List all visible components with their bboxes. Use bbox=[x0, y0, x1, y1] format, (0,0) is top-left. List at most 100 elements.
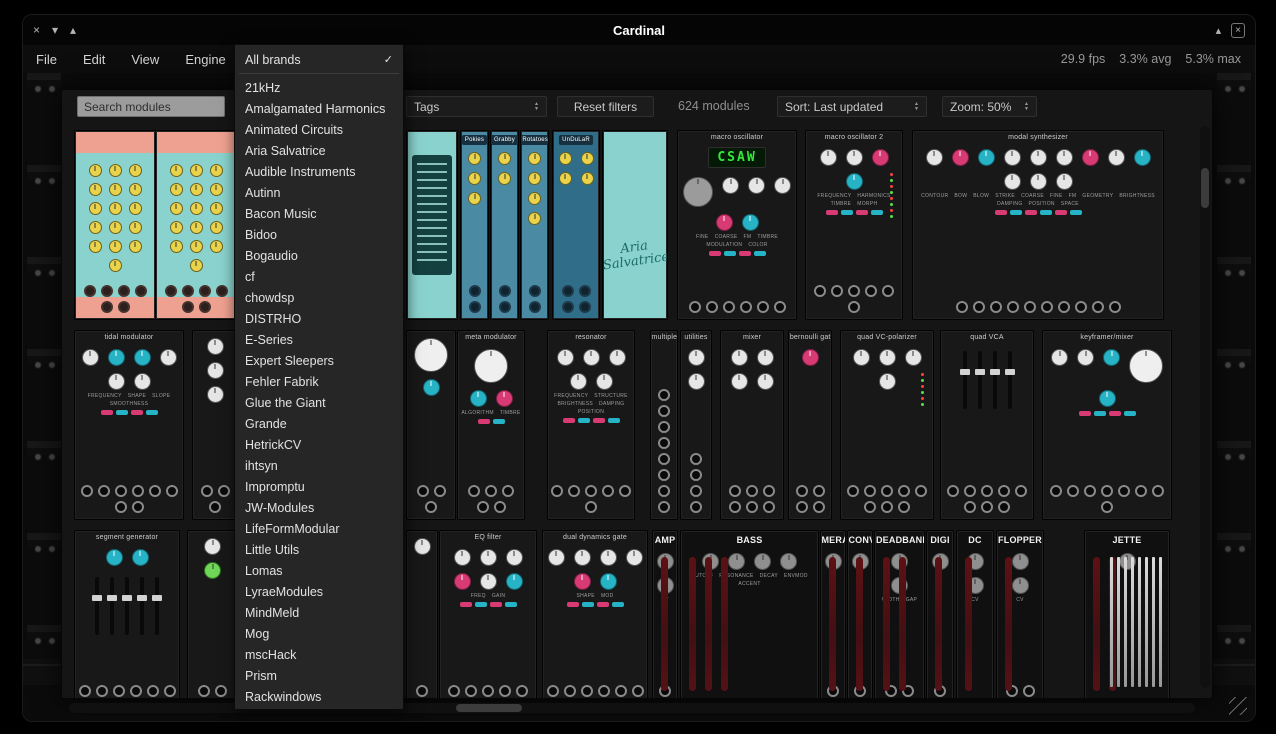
brand-menu-item[interactable]: Bacon Music bbox=[235, 203, 403, 224]
module-card[interactable]: meta modulatorALGORITHMTIMBRE bbox=[457, 330, 525, 520]
module-card[interactable]: EQ filterFREQGAIN bbox=[439, 530, 537, 699]
module-card[interactable] bbox=[74, 130, 156, 320]
jack-port-icon bbox=[215, 685, 227, 697]
module-card[interactable]: DEADBANDWIDTHGAP bbox=[874, 530, 925, 699]
resize-grip[interactable] bbox=[1229, 697, 1247, 715]
brand-menu-item[interactable]: Fehler Fabrik bbox=[235, 371, 403, 392]
brand-menu-item[interactable]: Glue the Giant bbox=[235, 392, 403, 413]
menubar-item-engine[interactable]: Engine bbox=[172, 52, 238, 67]
brand-menu-item[interactable]: E-Series bbox=[235, 329, 403, 350]
knob-icon bbox=[1056, 173, 1073, 190]
brand-menu-item[interactable]: Amalgamated Harmonics bbox=[235, 98, 403, 119]
module-card[interactable]: Grabby bbox=[490, 130, 519, 320]
label-chip bbox=[505, 602, 517, 607]
menubar-item-edit[interactable]: Edit bbox=[70, 52, 118, 67]
brand-menu-item[interactable]: mscHack bbox=[235, 644, 403, 665]
module-card[interactable]: JETTE bbox=[1084, 530, 1170, 699]
module-card[interactable] bbox=[192, 330, 238, 520]
jack-port-icon bbox=[658, 421, 670, 433]
knob-icon bbox=[574, 573, 591, 590]
module-card[interactable]: DIGI bbox=[926, 530, 954, 699]
chevron-up-icon[interactable]: ▴ bbox=[70, 23, 76, 37]
tags-select[interactable]: Tags ▲▼ bbox=[406, 96, 547, 117]
module-card[interactable]: macro oscillator 2FREQUENCYHARMONICSTIMB… bbox=[805, 130, 903, 320]
brand-menu-item[interactable]: Expert Sleepers bbox=[235, 350, 403, 371]
module-card[interactable]: resonatorFREQUENCYSTRUCTUREBRIGHTNESSDAM… bbox=[547, 330, 635, 520]
brand-menu-item[interactable]: ihtsyn bbox=[235, 455, 403, 476]
chevron-down-icon[interactable]: ▾ bbox=[52, 23, 58, 37]
updown-arrows-icon: ▲▼ bbox=[914, 102, 919, 112]
brand-menu-item[interactable]: Grande bbox=[235, 413, 403, 434]
module-card[interactable] bbox=[406, 530, 438, 699]
module-card[interactable] bbox=[406, 130, 458, 320]
brand-menu-item[interactable]: JW-Modules bbox=[235, 497, 403, 518]
brand-menu-item[interactable]: Mog bbox=[235, 623, 403, 644]
knob-icon bbox=[160, 349, 177, 366]
module-card[interactable]: multiples bbox=[650, 330, 678, 520]
module-ports bbox=[953, 297, 1124, 319]
module-card[interactable]: utilities bbox=[680, 330, 712, 520]
brand-menu-item[interactable]: Audible Instruments bbox=[235, 161, 403, 182]
brand-menu-item[interactable]: DISTRHO bbox=[235, 308, 403, 329]
menubar-item-file[interactable]: File bbox=[23, 52, 70, 67]
pin-icon[interactable]: ▴ bbox=[1216, 24, 1222, 37]
vertical-scrollbar-thumb[interactable] bbox=[1201, 168, 1209, 208]
brand-menu-item[interactable]: All brands✓ bbox=[235, 49, 403, 70]
brand-menu-item[interactable]: cf bbox=[235, 266, 403, 287]
brand-menu-item[interactable]: Bidoo bbox=[235, 224, 403, 245]
module-card[interactable]: dual dynamics gateSHAPEMOD bbox=[542, 530, 648, 699]
reset-filters-button[interactable]: Reset filters bbox=[557, 96, 654, 117]
module-card[interactable]: Rotatoes bbox=[520, 130, 549, 320]
horizontal-scrollbar-thumb[interactable] bbox=[456, 704, 522, 712]
module-card[interactable]: AMPCV bbox=[652, 530, 678, 699]
module-card[interactable]: quad VC-polarizer bbox=[840, 330, 934, 520]
brand-menu-item[interactable]: Lomas bbox=[235, 560, 403, 581]
module-card[interactable]: Aria Salvatrice bbox=[602, 130, 668, 320]
label-chip bbox=[841, 210, 853, 215]
module-card[interactable]: FLOPPERCV bbox=[996, 530, 1044, 699]
brand-menu-item[interactable]: Animated Circuits bbox=[235, 119, 403, 140]
brand-menu-item[interactable]: Impromptu bbox=[235, 476, 403, 497]
brand-menu-item[interactable]: chowdsp bbox=[235, 287, 403, 308]
jack-port-icon bbox=[425, 501, 437, 513]
brand-menu-item[interactable]: Autinn bbox=[235, 182, 403, 203]
module-card[interactable] bbox=[187, 530, 238, 699]
brand-menu-item[interactable]: Little Utils bbox=[235, 539, 403, 560]
brand-menu-item[interactable]: 21kHz bbox=[235, 77, 403, 98]
module-card[interactable]: segment generator bbox=[74, 530, 180, 699]
module-card[interactable]: modal synthesizerCONTOURBOWBLOWSTRIKECOA… bbox=[912, 130, 1164, 320]
brand-menu-item[interactable]: Aria Salvatrice bbox=[235, 140, 403, 161]
menubar-item-view[interactable]: View bbox=[118, 52, 172, 67]
brand-menu-item[interactable]: MindMeld bbox=[235, 602, 403, 623]
module-card[interactable]: MERA bbox=[820, 530, 846, 699]
vertical-scrollbar[interactable] bbox=[1200, 126, 1210, 688]
module-card[interactable] bbox=[406, 330, 456, 520]
module-card[interactable]: DCCV bbox=[956, 530, 994, 699]
module-card[interactable]: UnDuLaR bbox=[552, 130, 600, 320]
brand-menu-item[interactable]: HetrickCV bbox=[235, 434, 403, 455]
brand-menu-item[interactable]: Rackwindows bbox=[235, 686, 403, 707]
sort-select[interactable]: Sort: Last updated ▲▼ bbox=[777, 96, 927, 117]
knob-icon bbox=[423, 379, 440, 396]
module-card[interactable]: Pokies bbox=[460, 130, 489, 320]
brand-menu-item[interactable]: Bogaudio bbox=[235, 245, 403, 266]
module-card[interactable]: macro oscillatorCSAWFINECOARSEFMTIMBREMO… bbox=[677, 130, 797, 320]
module-card[interactable]: BASSCUTOFFRESONANCEDECAYENVMODACCENT bbox=[680, 530, 819, 699]
close-box-icon[interactable]: × bbox=[1231, 23, 1245, 38]
module-card[interactable]: bernoulli gate bbox=[788, 330, 832, 520]
zoom-select[interactable]: Zoom: 50% ▲▼ bbox=[942, 96, 1037, 117]
module-card[interactable]: mixer bbox=[720, 330, 784, 520]
brand-menu-item[interactable]: Prism bbox=[235, 665, 403, 686]
updown-arrows-icon: ▲▼ bbox=[534, 102, 539, 112]
knob-label: FREQUENCY bbox=[88, 393, 122, 399]
module-card[interactable]: CONV bbox=[847, 530, 873, 699]
module-card[interactable] bbox=[155, 130, 237, 320]
close-icon[interactable]: × bbox=[33, 23, 40, 37]
slider-icon bbox=[963, 351, 967, 409]
module-card[interactable]: keyframer/mixer bbox=[1042, 330, 1172, 520]
brand-menu-item[interactable]: LyraeModules bbox=[235, 581, 403, 602]
module-card[interactable]: tidal modulatorFREQUENCYSHAPESLOPESMOOTH… bbox=[74, 330, 184, 520]
brand-menu-item[interactable]: LifeFormModular bbox=[235, 518, 403, 539]
module-card[interactable]: quad VCA bbox=[940, 330, 1034, 520]
search-input[interactable] bbox=[77, 96, 225, 117]
